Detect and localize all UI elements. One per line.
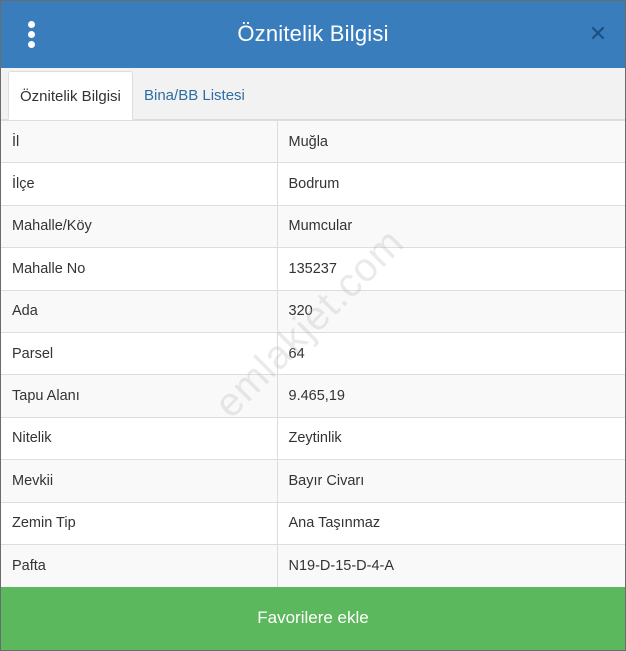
table-row: Nitelik Zeytinlik bbox=[1, 416, 625, 460]
attribute-value: Bodrum bbox=[277, 162, 625, 206]
tab-building-list[interactable]: Bina/BB Listesi bbox=[133, 71, 256, 120]
attribute-key: Mahalle No bbox=[1, 247, 278, 291]
attribute-table: İl Muğla İlçe Bodrum Mahalle/Köy Mumcular Maha… bbox=[1, 119, 625, 587]
close-icon[interactable]: ✕ bbox=[587, 22, 609, 46]
attribute-key: Ada bbox=[1, 289, 278, 333]
tab-attribute-info[interactable]: Öznitelik Bilgisi bbox=[8, 71, 133, 120]
add-favorite-button[interactable]: Favorilere ekle bbox=[1, 587, 625, 650]
table-row: Parsel 64 bbox=[1, 331, 625, 375]
table-row: Mahalle/Köy Mumcular bbox=[1, 204, 625, 248]
attribute-value: Bayır Civarı bbox=[277, 459, 625, 503]
table-row: İl Muğla bbox=[1, 119, 625, 163]
dialog-title: Öznitelik Bilgisi bbox=[237, 21, 389, 46]
table-row: Tapu Alanı 9.465,19 bbox=[1, 374, 625, 418]
attribute-value: Mumcular bbox=[277, 204, 625, 248]
table-row: İlçe Bodrum bbox=[1, 162, 625, 206]
table-row: Ada 320 bbox=[1, 289, 625, 333]
attribute-dialog: Öznitelik Bilgisi ✕ Öznitelik Bilgisi Bi… bbox=[0, 0, 626, 651]
attribute-key: İlçe bbox=[1, 162, 278, 206]
attribute-value: 135237 bbox=[277, 247, 625, 291]
attribute-value: Muğla bbox=[277, 119, 625, 163]
attribute-key: Zemin Tip bbox=[1, 501, 278, 545]
attribute-value: N19-D-15-D-4-A bbox=[277, 543, 625, 587]
attribute-key: Mahalle/Köy bbox=[1, 204, 278, 248]
attribute-value: Ana Taşınmaz bbox=[277, 501, 625, 545]
attribute-key: Nitelik bbox=[1, 416, 278, 460]
attribute-key: Pafta bbox=[1, 543, 278, 587]
table-row: Pafta N19-D-15-D-4-A bbox=[1, 543, 625, 587]
table-row: Mevkii Bayır Civarı bbox=[1, 459, 625, 503]
attribute-key: Mevkii bbox=[1, 459, 278, 503]
table-row: Mahalle No 135237 bbox=[1, 247, 625, 291]
dialog-header: Öznitelik Bilgisi ✕ bbox=[1, 1, 625, 68]
attribute-key: İl bbox=[1, 119, 278, 163]
tab-bar: Öznitelik Bilgisi Bina/BB Listesi bbox=[1, 68, 625, 120]
attribute-key: Parsel bbox=[1, 331, 278, 375]
attribute-key: Tapu Alanı bbox=[1, 374, 278, 418]
attribute-value: Zeytinlik bbox=[277, 416, 625, 460]
table-row: Zemin Tip Ana Taşınmaz bbox=[1, 501, 625, 545]
attribute-value: 9.465,19 bbox=[277, 374, 625, 418]
attribute-value: 64 bbox=[277, 331, 625, 375]
attribute-value: 320 bbox=[277, 289, 625, 333]
